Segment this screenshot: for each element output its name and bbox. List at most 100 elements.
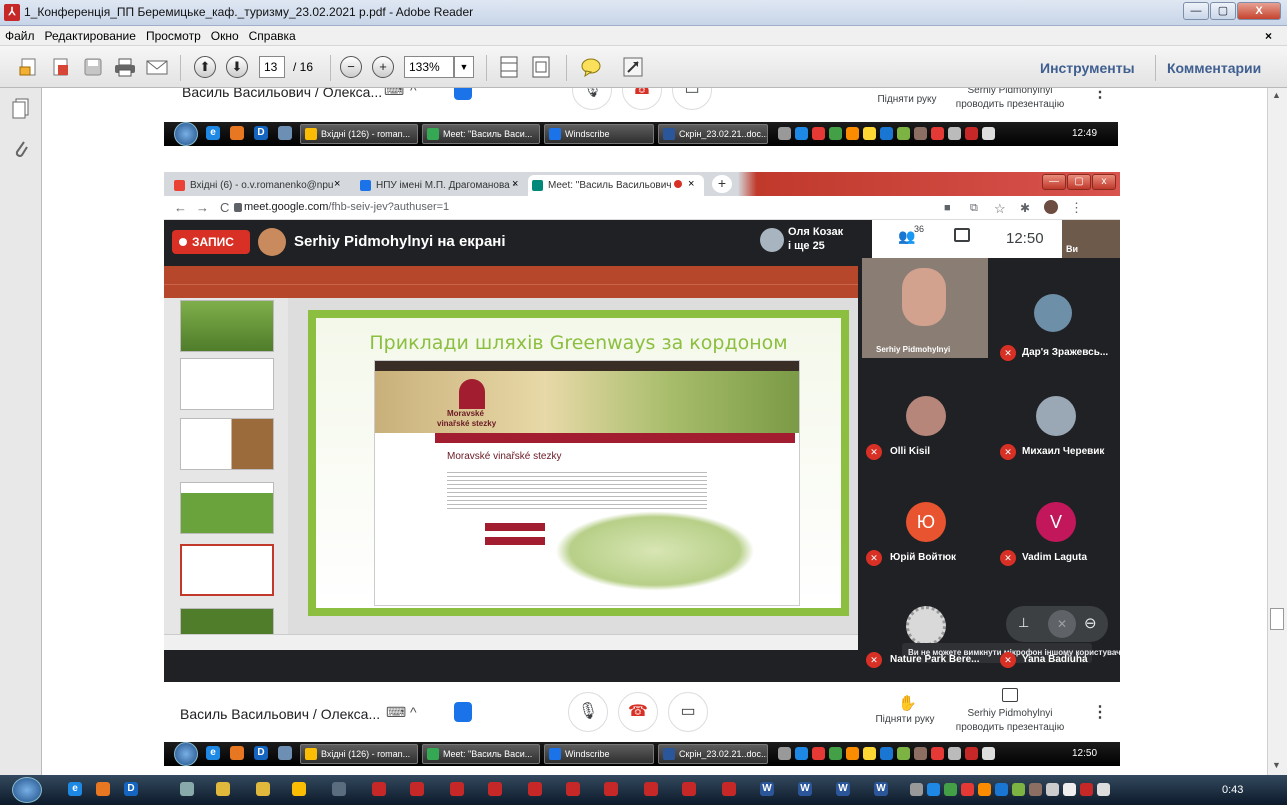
- word-icon[interactable]: W: [874, 782, 888, 796]
- attachments-icon[interactable]: [12, 138, 30, 165]
- comments-link[interactable]: Комментарии: [1167, 60, 1261, 76]
- next-page-button[interactable]: ⬇: [226, 56, 248, 78]
- raise-hand-label[interactable]: Підняти руку: [862, 94, 952, 106]
- menu-help[interactable]: Справка: [244, 26, 301, 43]
- new-tab-button[interactable]: +: [712, 175, 732, 193]
- camera-button[interactable]: ▭: [672, 88, 712, 110]
- menu-window[interactable]: Окно: [206, 26, 244, 43]
- vertical-scrollbar[interactable]: ▲ ▼: [1267, 88, 1287, 775]
- pdf-icon[interactable]: [644, 782, 658, 796]
- minimize-button[interactable]: —: [1183, 2, 1209, 20]
- start-button[interactable]: [12, 777, 42, 803]
- translate-icon[interactable]: ⧉: [970, 202, 978, 215]
- word-icon[interactable]: W: [798, 782, 812, 796]
- word-icon[interactable]: W: [836, 782, 850, 796]
- microphone-button[interactable]: 🎙: [568, 692, 608, 732]
- bookmark-star-icon[interactable]: ☆: [994, 201, 1006, 217]
- chrome-menu-icon[interactable]: ⋮: [1070, 200, 1083, 216]
- app-icon[interactable]: [332, 782, 346, 796]
- back-icon[interactable]: ←: [174, 200, 187, 215]
- comment-icon[interactable]: [578, 54, 604, 80]
- full-screen-icon[interactable]: [620, 54, 646, 80]
- profile-avatar[interactable]: [1044, 200, 1058, 214]
- previous-page-button[interactable]: ⬆: [194, 56, 216, 78]
- participant-avatar: [1036, 396, 1076, 436]
- remove-participant-icon[interactable]: ⊖: [1084, 614, 1097, 632]
- drive-icon[interactable]: [180, 782, 194, 796]
- tab-gmail[interactable]: Вхідні (6) - o.v.romanenko@npu: [170, 175, 354, 196]
- raise-hand-icon[interactable]: ✋: [898, 694, 917, 712]
- menu-edit[interactable]: Редактирование: [40, 26, 141, 43]
- chrome-close-button[interactable]: x: [1092, 174, 1116, 190]
- shield-icon[interactable]: [454, 702, 472, 722]
- camera-indicator-icon[interactable]: ■: [944, 202, 951, 214]
- fit-page-icon[interactable]: [496, 54, 522, 80]
- more-options-icon[interactable]: ⋮: [1092, 702, 1108, 722]
- pdf-icon[interactable]: [488, 782, 502, 796]
- pdf-icon[interactable]: [682, 782, 696, 796]
- email-icon[interactable]: [144, 54, 170, 80]
- page-number-field[interactable]: 13: [259, 56, 285, 78]
- more-options-icon[interactable]: ⋮: [1092, 88, 1108, 102]
- address-bar[interactable]: meet.google.com/fhb-seiv-jev?authuser=1: [244, 201, 449, 213]
- zoom-out-button[interactable]: −: [340, 56, 362, 78]
- reload-icon[interactable]: C: [220, 200, 229, 215]
- pdf-icon[interactable]: [372, 782, 386, 796]
- folder-icon[interactable]: [256, 782, 270, 796]
- tab-npu[interactable]: НПУ імені М.П. Драгоманова -: [356, 175, 516, 196]
- folder-icon[interactable]: [216, 782, 230, 796]
- chat-icon[interactable]: [954, 228, 970, 242]
- site-logo-line1: Moravské: [447, 409, 484, 418]
- ie-icon[interactable]: e: [68, 782, 82, 796]
- pdf-icon[interactable]: [410, 782, 424, 796]
- chrome-icon[interactable]: [292, 782, 306, 796]
- present-screen-icon[interactable]: [1002, 688, 1018, 702]
- combine-pdf-icon[interactable]: [48, 54, 74, 80]
- pdf-icon[interactable]: [528, 782, 542, 796]
- menu-file[interactable]: Файл: [0, 26, 40, 43]
- scroll-up-icon[interactable]: ▲: [1272, 90, 1281, 100]
- forward-icon[interactable]: →: [196, 200, 209, 215]
- pdf-icon[interactable]: [722, 782, 736, 796]
- extensions-icon[interactable]: ✱: [1020, 201, 1030, 215]
- pdf-icon[interactable]: [450, 782, 464, 796]
- page-thumbnails-icon[interactable]: [12, 98, 30, 123]
- chrome-maximize-button[interactable]: ▢: [1067, 174, 1091, 190]
- zoom-dropdown-icon[interactable]: ▼: [454, 56, 474, 78]
- tab-close-icon[interactable]: ×: [688, 178, 694, 190]
- scroll-down-icon[interactable]: ▼: [1272, 760, 1281, 770]
- tools-link[interactable]: Инструменты: [1040, 60, 1135, 76]
- word-icon[interactable]: W: [760, 782, 774, 796]
- pdf-icon[interactable]: [604, 782, 618, 796]
- shield-icon[interactable]: [454, 88, 472, 100]
- leave-call-button[interactable]: ☎: [618, 692, 658, 732]
- save-icon[interactable]: [80, 54, 106, 80]
- app-d-icon[interactable]: D: [124, 782, 138, 796]
- captions-icon[interactable]: ⌨: [384, 88, 404, 99]
- pdf-icon[interactable]: [566, 782, 580, 796]
- zoom-field[interactable]: 133%: [404, 56, 454, 78]
- mute-participant-icon[interactable]: ✕: [1048, 610, 1076, 638]
- firefox-icon[interactable]: [96, 782, 110, 796]
- microphone-button[interactable]: 🎙: [572, 88, 612, 110]
- people-icon[interactable]: 👥: [898, 228, 915, 245]
- chevron-up-icon[interactable]: ^: [410, 704, 417, 720]
- maximize-button[interactable]: ▢: [1210, 2, 1236, 20]
- create-pdf-icon[interactable]: [16, 54, 42, 80]
- scrollbar-thumb[interactable]: [1270, 608, 1284, 630]
- chrome-minimize-button[interactable]: —: [1042, 174, 1066, 190]
- tab-close-icon[interactable]: ×: [512, 178, 518, 190]
- zoom-in-button[interactable]: +: [372, 56, 394, 78]
- fit-width-icon[interactable]: [528, 54, 554, 80]
- pin-icon[interactable]: ⊥: [1018, 615, 1029, 631]
- captions-icon[interactable]: ⌨: [386, 704, 406, 721]
- raise-hand-label[interactable]: Підняти руку: [860, 714, 950, 726]
- close-document-icon[interactable]: ×: [1260, 26, 1277, 43]
- leave-call-button[interactable]: ☎: [622, 88, 662, 110]
- tab-close-icon[interactable]: ×: [334, 178, 340, 190]
- menu-view[interactable]: Просмотр: [141, 26, 206, 43]
- chevron-up-icon[interactable]: ^: [410, 88, 417, 98]
- print-icon[interactable]: [112, 54, 138, 80]
- close-button[interactable]: X: [1237, 2, 1281, 20]
- camera-button[interactable]: ▭: [668, 692, 708, 732]
